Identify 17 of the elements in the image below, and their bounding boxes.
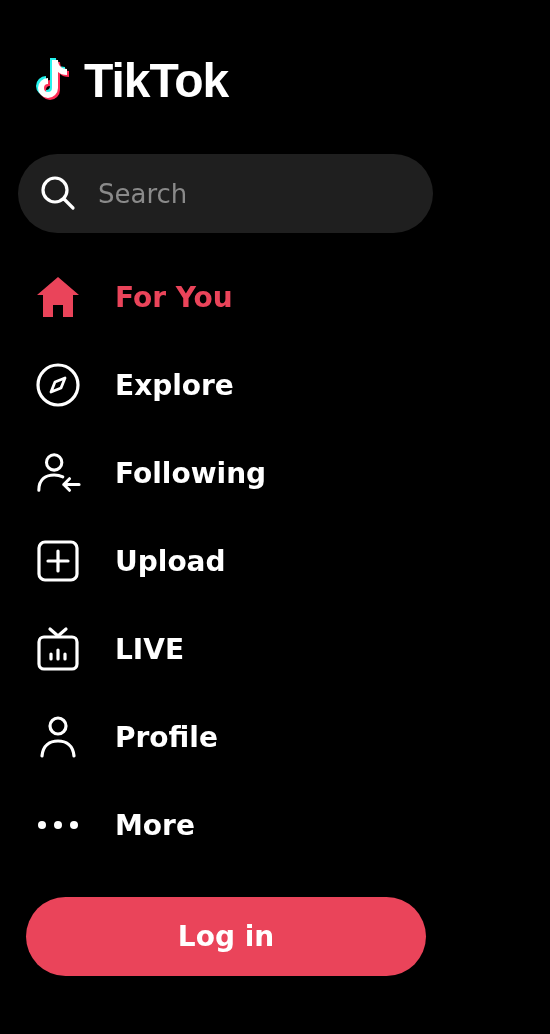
home-icon <box>35 275 81 319</box>
brand-name: TikTok <box>84 52 229 108</box>
search-icon <box>40 175 76 211</box>
compass-icon <box>35 362 81 408</box>
nav-item[interactable]: Upload <box>18 517 318 605</box>
nav-item[interactable]: For You <box>18 253 318 341</box>
nav-item[interactable]: Following <box>18 429 318 517</box>
person-arrow-icon <box>35 451 81 495</box>
nav-item[interactable]: Explore <box>18 341 318 429</box>
search-field[interactable]: Search <box>18 154 433 233</box>
dots-icon <box>35 820 81 830</box>
nav-item[interactable]: Profile <box>18 693 318 781</box>
tv-icon <box>35 626 81 672</box>
login-button[interactable]: Log in <box>26 897 426 976</box>
nav-item[interactable]: LIVE <box>18 605 318 693</box>
plus-square-icon <box>35 539 81 583</box>
nav-item[interactable]: More <box>18 781 318 869</box>
